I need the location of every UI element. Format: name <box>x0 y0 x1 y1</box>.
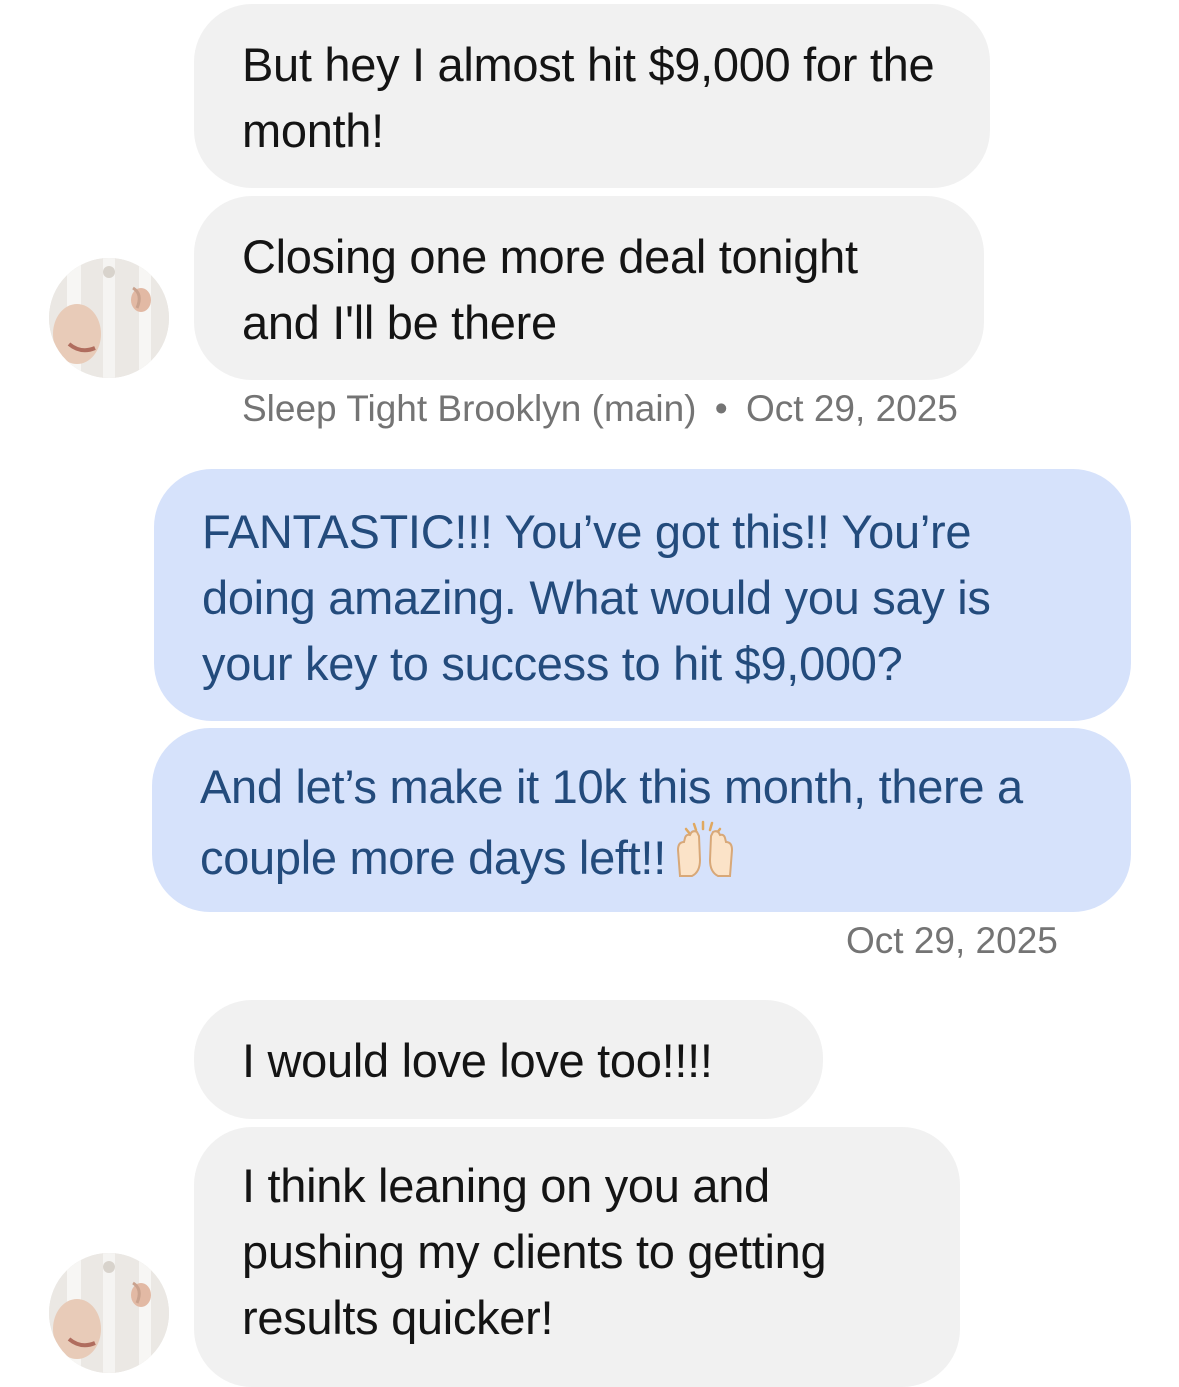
message-text: FANTASTIC!!! You’ve got this!! You’re do… <box>202 505 991 690</box>
message-text: I would love love too!!!! <box>242 1034 713 1087</box>
message-bubble-incoming[interactable]: But hey I almost hit $9,000 for the mont… <box>194 4 990 188</box>
message-text: And let’s make it 10k this month, there … <box>200 760 1023 884</box>
message-date: Oct 29, 2025 <box>746 388 958 429</box>
message-meta: Sleep Tight Brooklyn (main) • Oct 29, 20… <box>242 388 958 430</box>
message-bubble-incoming[interactable]: I think leaning on you and pushing my cl… <box>194 1127 960 1387</box>
message-bubble-incoming[interactable]: I would love love too!!!! <box>194 1000 823 1119</box>
message-text: Closing one more deal tonight and I'll b… <box>242 230 858 349</box>
sender-avatar[interactable] <box>49 1253 169 1373</box>
sender-avatar[interactable] <box>49 258 169 378</box>
message-text: But hey I almost hit $9,000 for the mont… <box>242 38 935 157</box>
avatar-photo-icon <box>49 258 169 378</box>
message-date-text: Oct 29, 2025 <box>846 920 1058 961</box>
message-bubble-incoming[interactable]: Closing one more deal tonight and I'll b… <box>194 196 984 380</box>
raising-hands-emoji-icon <box>672 820 738 897</box>
sender-name: Sleep Tight Brooklyn (main) <box>242 388 697 429</box>
message-text: I think leaning on you and pushing my cl… <box>242 1159 827 1344</box>
message-bubble-outgoing[interactable]: And let’s make it 10k this month, there … <box>152 728 1131 912</box>
message-bubble-outgoing[interactable]: FANTASTIC!!! You’ve got this!! You’re do… <box>154 469 1131 721</box>
message-date: Oct 29, 2025 <box>846 920 1058 962</box>
avatar-photo-icon <box>49 1253 169 1373</box>
meta-separator: • <box>714 388 728 429</box>
